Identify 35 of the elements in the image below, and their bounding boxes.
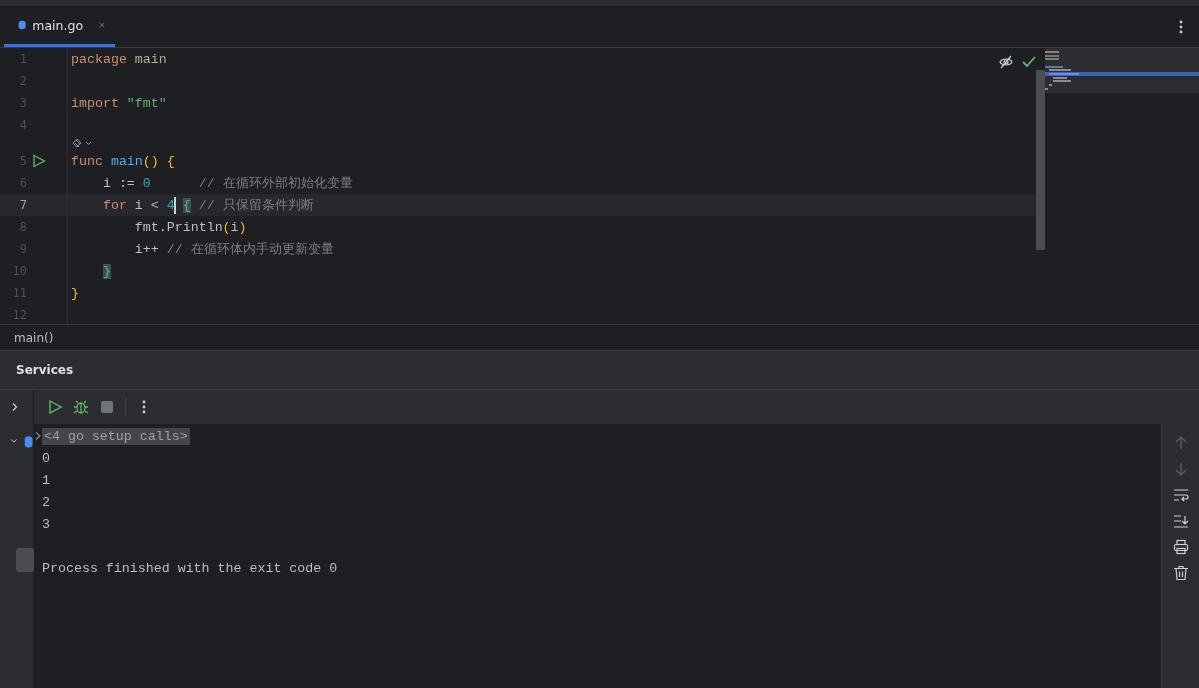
code-line: package main <box>71 51 167 67</box>
code-line: fmt.Println(i) <box>133 219 247 235</box>
more-icon[interactable] <box>1179 19 1183 34</box>
console-line: 2 <box>42 494 50 510</box>
check-icon[interactable] <box>1022 55 1036 69</box>
run-icon[interactable] <box>32 154 46 168</box>
code-line: i := 0 // 在循环外部初始化变量 <box>101 175 353 192</box>
folded-region[interactable]: <4 go setup calls> <box>42 427 190 445</box>
panel-title: Services <box>16 363 74 377</box>
scrollbar-thumb[interactable] <box>1036 70 1045 250</box>
line-number: 7 <box>18 198 27 212</box>
printer-icon[interactable] <box>1172 539 1189 555</box>
bug-icon[interactable] <box>73 399 89 415</box>
console-line: 3 <box>42 516 50 532</box>
code-line: for i < 4 { // 只保留条件判断 <box>101 196 314 214</box>
scrollbar-thumb[interactable] <box>16 548 34 572</box>
eye-off-icon[interactable] <box>999 55 1013 69</box>
console-line: 1 <box>42 472 50 488</box>
code-line: func main() { <box>71 153 175 169</box>
code-line: } <box>71 285 79 301</box>
chevron-down-icon[interactable] <box>10 436 18 446</box>
wrap-icon[interactable] <box>1172 487 1189 503</box>
code-line: i++ // 在循环体内手动更新变量 <box>133 241 334 258</box>
scroll-to-end-icon[interactable] <box>1172 513 1189 529</box>
console-line: 0 <box>42 450 50 466</box>
file-icon <box>23 434 33 450</box>
trash-icon[interactable] <box>1172 565 1189 581</box>
code-line: import "fmt" <box>71 95 167 111</box>
close-icon[interactable] <box>99 20 105 30</box>
console-line: Process finished with the exit code 0 <box>42 560 338 576</box>
breadcrumb-item[interactable]: main() <box>14 330 54 345</box>
chevron-right-icon[interactable] <box>10 402 20 412</box>
run-icon[interactable] <box>47 399 63 415</box>
inlay-hint-icon[interactable] <box>71 137 93 149</box>
editor-tab[interactable]: main.go <box>4 6 115 47</box>
